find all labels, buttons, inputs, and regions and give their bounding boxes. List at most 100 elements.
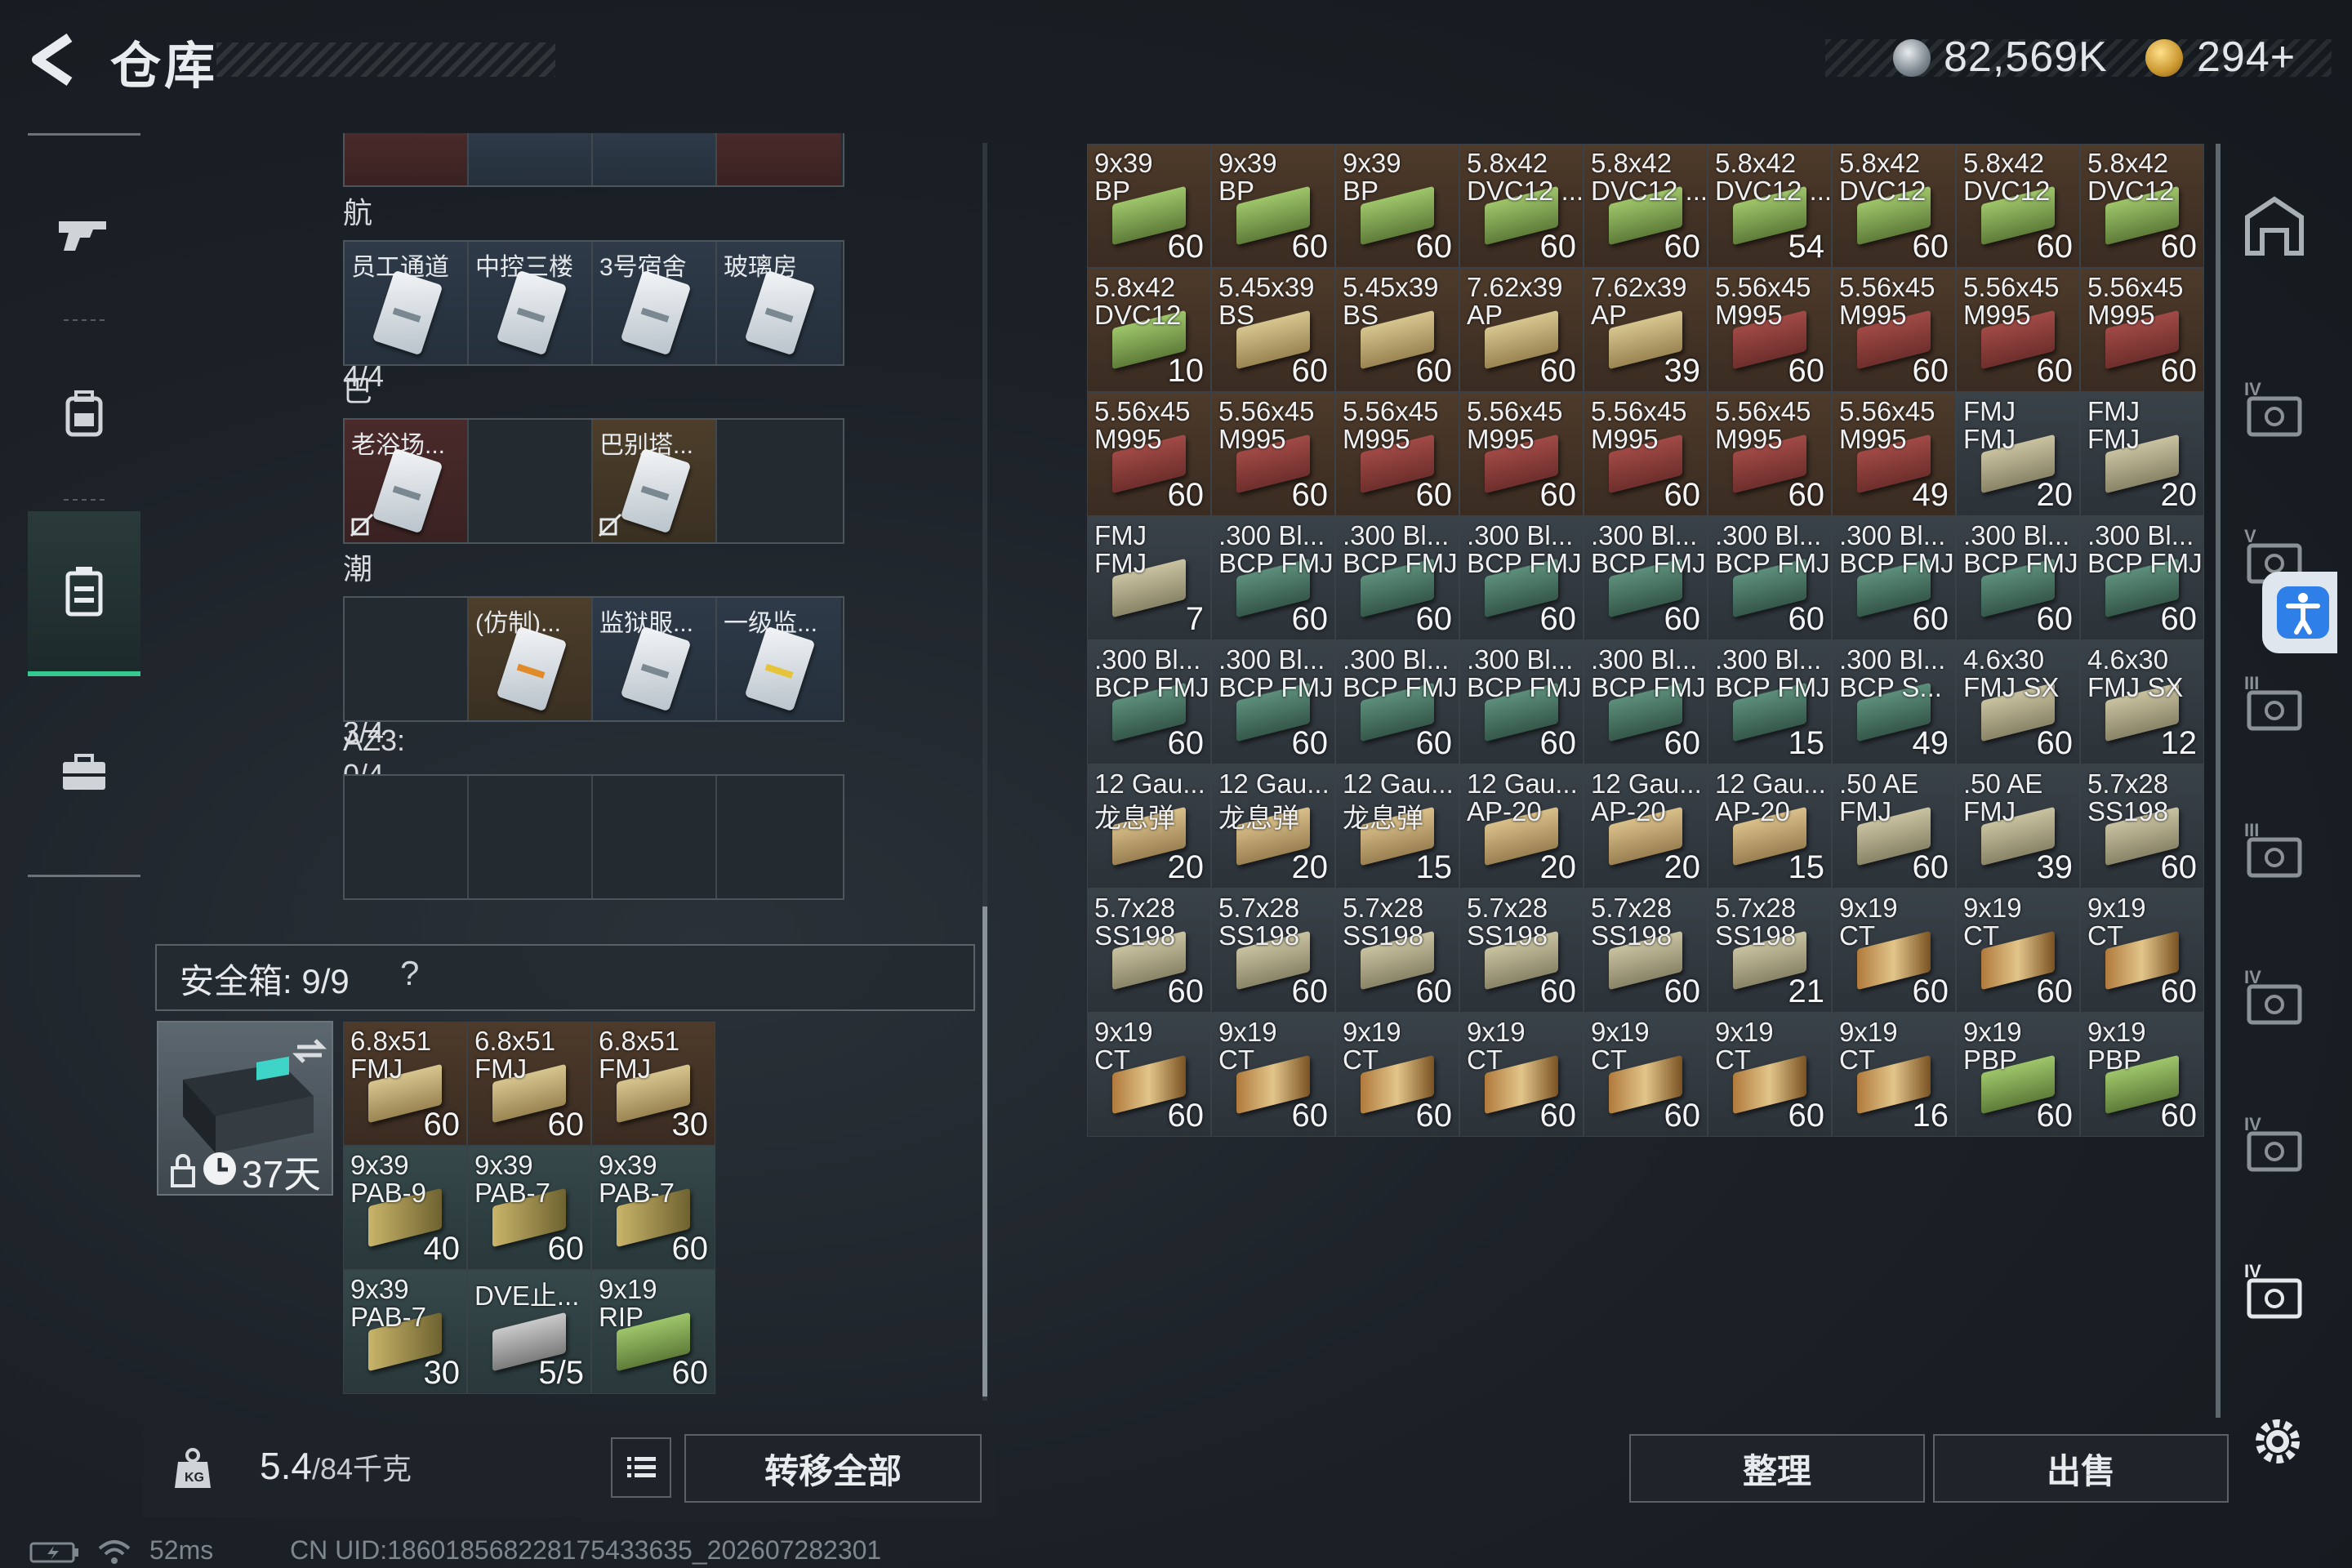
transfer-all-button[interactable]: 转移全部 xyxy=(684,1434,982,1503)
ammo-item[interactable]: 5.56x45 M995 60 xyxy=(1584,392,1708,516)
ammo-item[interactable]: 12 Gau... 龙息弹 15 xyxy=(1335,764,1459,889)
ammo-item[interactable]: 6.8x51 FMJ 60 xyxy=(467,1022,591,1146)
ammo-item[interactable]: 4.6x30 FMJ SX 60 xyxy=(1956,640,2080,764)
ammo-item[interactable]: 4.6x30 FMJ SX 12 xyxy=(2080,640,2204,764)
ammo-item[interactable]: 9x19 CT 60 xyxy=(1584,1013,1708,1137)
ammo-item[interactable]: 5.8x42 DVC12 ... 60 xyxy=(1459,144,1584,268)
currency-silver-amount[interactable]: 82,569K xyxy=(1944,33,2108,82)
empty-key-slot[interactable] xyxy=(717,776,841,898)
key-item[interactable]: 监狱服... xyxy=(593,598,717,720)
ammo-item[interactable]: 5.56x45 M995 49 xyxy=(1832,392,1956,516)
empty-key-slot[interactable] xyxy=(345,776,469,898)
ammo-item[interactable]: 5.7x28 SS198 60 xyxy=(1584,889,1708,1013)
ammo-item[interactable]: 9x19 CT 60 xyxy=(2080,889,2204,1013)
accessibility-icon[interactable] xyxy=(2277,586,2329,639)
key-slot[interactable] xyxy=(469,133,593,185)
ammo-item[interactable]: 9x19 CT 60 xyxy=(1708,1013,1832,1137)
ammo-item[interactable]: 5.56x45 M995 60 xyxy=(2080,268,2204,392)
nav-weapons[interactable] xyxy=(28,152,140,315)
key-item[interactable]: 玻璃房 xyxy=(717,242,841,364)
key-item[interactable]: (仿制)... xyxy=(469,598,593,720)
ammo-item[interactable]: 9x19 CT 60 xyxy=(1335,1013,1459,1137)
ammo-item[interactable]: .300 Bl... BCP FMJ 60 xyxy=(1211,640,1335,764)
ammo-item[interactable]: 9x39 BP 60 xyxy=(1087,144,1211,268)
ammo-item[interactable]: 9x39 PAB-7 60 xyxy=(591,1146,715,1270)
storage-iii-icon[interactable]: III xyxy=(2238,670,2311,743)
ammo-item[interactable]: 5.8x42 DVC12 ... 60 xyxy=(1584,144,1708,268)
key-item[interactable]: 老浴场... xyxy=(345,420,469,542)
key-item[interactable]: 巴别塔... xyxy=(593,420,717,542)
ammo-item[interactable]: 7.62x39 AP 60 xyxy=(1459,268,1584,392)
ammo-item[interactable]: 5.45x39 BS 60 xyxy=(1335,268,1459,392)
ammo-item[interactable]: 9x39 PAB-7 60 xyxy=(467,1146,591,1270)
ammo-item[interactable]: 12 Gau... 龙息弹 20 xyxy=(1087,764,1211,889)
ammo-item[interactable]: 5.7x28 SS198 21 xyxy=(1708,889,1832,1013)
ammo-item[interactable]: 7.62x39 AP 39 xyxy=(1584,268,1708,392)
ammo-item[interactable]: 12 Gau... AP-20 20 xyxy=(1584,764,1708,889)
key-item[interactable]: 一级监... xyxy=(717,598,841,720)
ammo-item[interactable]: .300 Bl... BCP FMJ 60 xyxy=(1459,516,1584,640)
ammo-item[interactable]: 5.45x39 BS 60 xyxy=(1211,268,1335,392)
ammo-item[interactable]: 12 Gau... AP-20 20 xyxy=(1459,764,1584,889)
ammo-item[interactable]: FMJ FMJ 20 xyxy=(2080,392,2204,516)
ammo-item[interactable]: 5.7x28 SS198 60 xyxy=(1211,889,1335,1013)
ammo-item[interactable]: .300 Bl... BCP FMJ 60 xyxy=(1211,516,1335,640)
ammo-item[interactable]: 9x39 BP 60 xyxy=(1211,144,1335,268)
ammo-item[interactable]: 5.7x28 SS198 60 xyxy=(1335,889,1459,1013)
ammo-item[interactable]: 5.56x45 M995 60 xyxy=(1087,392,1211,516)
ammo-item[interactable]: 5.56x45 M995 60 xyxy=(1956,268,2080,392)
ammo-item[interactable]: 5.7x28 SS198 60 xyxy=(2080,764,2204,889)
sell-button[interactable]: 出售 xyxy=(1933,1434,2229,1503)
garage-icon[interactable] xyxy=(2238,188,2311,261)
storage-iv-plus-icon[interactable]: IV xyxy=(2238,964,2311,1037)
ammo-item[interactable]: .300 Bl... BCP FMJ 60 xyxy=(1087,640,1211,764)
key-slot[interactable] xyxy=(717,133,841,185)
ammo-item[interactable]: 9x19 CT 60 xyxy=(1211,1013,1335,1137)
ammo-item[interactable]: 5.56x45 M995 60 xyxy=(1459,392,1584,516)
settings-gear-icon[interactable] xyxy=(2247,1411,2308,1472)
ammo-item[interactable]: .50 AE FMJ 60 xyxy=(1832,764,1956,889)
key-slot[interactable] xyxy=(593,133,717,185)
nav-briefcase[interactable] xyxy=(28,691,140,854)
key-item[interactable]: 中控三楼 xyxy=(469,242,593,364)
ammo-item[interactable]: .300 Bl... BCP FMJ 60 xyxy=(1956,516,2080,640)
ammo-item[interactable]: 9x39 PAB-9 40 xyxy=(343,1146,467,1270)
storage-iv-icon[interactable]: IV xyxy=(2238,376,2311,449)
sort-button[interactable]: 整理 xyxy=(1629,1434,1925,1503)
ammo-item[interactable]: .300 Bl... BCP FMJ 60 xyxy=(1832,516,1956,640)
ammo-item[interactable]: .300 Bl... BCP FMJ 60 xyxy=(1584,640,1708,764)
ammo-item[interactable]: 5.8x42 DVC12 60 xyxy=(1956,144,2080,268)
storage-scrollbar[interactable] xyxy=(2216,144,2221,1418)
empty-key-slot[interactable] xyxy=(717,420,841,542)
ammo-item[interactable]: .300 Bl... BCP FMJ 60 xyxy=(1459,640,1584,764)
ammo-item[interactable]: .300 Bl... BCP FMJ 60 xyxy=(1708,516,1832,640)
key-item[interactable]: 员工通道 xyxy=(345,242,469,364)
ammo-item[interactable]: FMJ FMJ 7 xyxy=(1087,516,1211,640)
ammo-item[interactable]: 6.8x51 FMJ 60 xyxy=(343,1022,467,1146)
empty-key-slot[interactable] xyxy=(469,776,593,898)
ammo-item[interactable]: .300 Bl... BCP FMJ 60 xyxy=(1335,640,1459,764)
empty-key-slot[interactable] xyxy=(345,598,469,720)
ammo-item[interactable]: 9x19 RIP 60 xyxy=(591,1270,715,1394)
ammo-item[interactable]: 9x19 CT 60 xyxy=(1956,889,2080,1013)
key-item[interactable]: 3号宿舍 xyxy=(593,242,717,364)
ammo-item[interactable]: 5.8x42 DVC12 60 xyxy=(1832,144,1956,268)
ammo-item[interactable]: 9x19 CT 60 xyxy=(1087,1013,1211,1137)
ammo-item[interactable]: 9x19 PBP 60 xyxy=(2080,1013,2204,1137)
key-slot[interactable] xyxy=(345,133,469,185)
nav-storage[interactable] xyxy=(28,511,140,676)
ammo-item[interactable]: 9x19 PBP 60 xyxy=(1956,1013,2080,1137)
list-view-button[interactable] xyxy=(611,1437,671,1498)
ammo-item[interactable]: 9x19 CT 60 xyxy=(1459,1013,1584,1137)
left-scrollbar-thumb[interactable] xyxy=(982,906,987,1396)
nav-backpack[interactable] xyxy=(28,332,140,495)
ammo-item[interactable]: FMJ FMJ 20 xyxy=(1956,392,2080,516)
back-arrow-icon[interactable] xyxy=(24,31,82,88)
storage-iv-b-icon[interactable]: IV xyxy=(2238,1111,2311,1184)
ammo-item[interactable]: 9x39 PAB-7 30 xyxy=(343,1270,467,1394)
ammo-item[interactable]: DVE止... 5/5 xyxy=(467,1270,591,1394)
ammo-item[interactable]: .300 Bl... BCP FMJ 60 xyxy=(1335,516,1459,640)
ammo-item[interactable]: 9x19 CT 60 xyxy=(1832,889,1956,1013)
ammo-item[interactable]: 5.56x45 M995 60 xyxy=(1832,268,1956,392)
ammo-item[interactable]: 5.7x28 SS198 60 xyxy=(1459,889,1584,1013)
